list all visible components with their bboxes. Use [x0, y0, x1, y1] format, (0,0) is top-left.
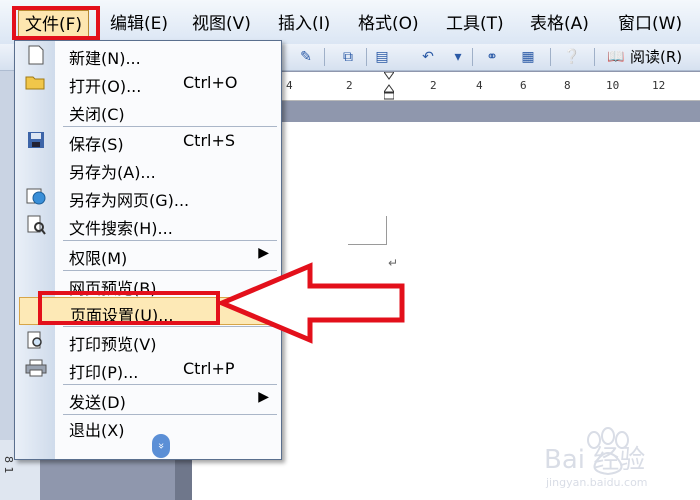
menu-item-label: 打开(O)... [69, 77, 142, 96]
menu-item-print[interactable]: 打印(P)... Ctrl+P [15, 355, 281, 383]
ruler-tick: 4 [476, 79, 483, 92]
dropdown-arrow-icon[interactable]: ▾ [448, 47, 468, 67]
menu-item-label: 保存(S) [69, 135, 124, 154]
submenu-arrow-icon: ▶ [258, 245, 269, 261]
ruler-tick: 2 [346, 79, 353, 92]
open-folder-icon [25, 73, 47, 93]
menu-item-label: 发送(D) [69, 393, 126, 412]
ruler-tick: 4 [286, 79, 293, 92]
baidu-jingyan-watermark: Bai 经验 jingyan.baidu.com [544, 427, 648, 489]
printer-icon [25, 359, 47, 379]
annotation-arrow-icon [218, 262, 405, 344]
menu-item-label: 新建(N)... [69, 49, 141, 68]
menu-window[interactable]: 窗口(W) [612, 10, 688, 38]
book-icon[interactable]: 📖 [606, 47, 626, 67]
toolbar-separator [594, 48, 595, 66]
menu-item-save-as[interactable]: 另存为(A)... [15, 155, 281, 183]
file-menu-annotation-box [12, 6, 100, 40]
ruler-tick: 12 [652, 79, 666, 92]
menu-item-new[interactable]: 新建(N)... [15, 41, 281, 69]
menu-edit[interactable]: 编辑(E) [104, 10, 174, 38]
table-icon[interactable]: ▦ [518, 47, 538, 67]
toolbar-separator [366, 48, 367, 66]
menu-item-file-search[interactable]: 文件搜索(H)... [15, 211, 281, 239]
menu-item-label: 权限(M) [69, 249, 128, 268]
horizontal-ruler: 4 2 2 4 6 8 10 12 [280, 72, 700, 101]
menu-insert[interactable]: 插入(I) [272, 10, 336, 38]
menu-item-label: 另存为(A)... [69, 163, 156, 182]
toolbar-separator [550, 48, 551, 66]
menu-item-label: 另存为网页(G)... [69, 191, 190, 210]
menu-item-shortcut: Ctrl+P [183, 359, 235, 378]
hyperlink-icon[interactable]: ⚭ [482, 47, 502, 67]
watermark-brand: Bai 经验 [544, 445, 645, 475]
vertical-ruler [0, 70, 14, 500]
watermark-url: jingyan.baidu.com [545, 476, 648, 489]
ruler-tick: 6 [520, 79, 527, 92]
menu-item-label: 打印预览(V) [69, 335, 157, 354]
undo-icon[interactable]: ↶ [418, 47, 438, 67]
menu-table[interactable]: 表格(A) [524, 10, 595, 38]
ruler-tick: 10 [606, 79, 620, 92]
menu-view[interactable]: 视图(V) [186, 10, 257, 38]
toolbar-separator [472, 48, 473, 66]
document-background [280, 100, 700, 122]
menu-format[interactable]: 格式(O) [352, 10, 425, 38]
toolbar-separator [324, 48, 325, 66]
indent-marker-icon[interactable] [384, 72, 394, 100]
menu-item-shortcut: Ctrl+O [183, 73, 238, 92]
file-search-icon [25, 215, 47, 235]
menu-item-save[interactable]: 保存(S) Ctrl+S [15, 127, 281, 155]
submenu-arrow-icon: ▶ [258, 389, 269, 405]
read-mode-label[interactable]: 阅读(R) [630, 47, 682, 67]
menu-item-exit[interactable]: 退出(X) [15, 413, 281, 441]
menu-item-open[interactable]: 打开(O)... Ctrl+O [15, 69, 281, 97]
expand-menu-chevron-icon[interactable]: » [152, 434, 170, 458]
menu-item-save-as-web[interactable]: 另存为网页(G)... [15, 183, 281, 211]
file-menu-dropdown: 新建(N)... 打开(O)... Ctrl+O 关闭(C) 保存(S) Ctr… [14, 40, 282, 460]
menu-item-label: 打印(P)... [69, 363, 139, 382]
page-setup-annotation-box [38, 291, 220, 325]
menu-bar: 文件(F) 编辑(E) 视图(V) 插入(I) 格式(O) 工具(T) 表格(A… [0, 0, 700, 45]
menu-item-label: 文件搜索(H)... [69, 219, 173, 238]
paste-icon[interactable]: ▤ [372, 47, 392, 67]
menu-item-label: 退出(X) [69, 421, 125, 440]
menu-item-send[interactable]: 发送(D) ▶ [15, 385, 281, 413]
help-icon[interactable]: ❔ [562, 47, 582, 67]
menu-item-label: 关闭(C) [69, 105, 125, 124]
save-disk-icon [25, 131, 47, 151]
web-page-icon [25, 187, 47, 207]
research-icon[interactable]: ✎ [296, 47, 316, 67]
menu-item-close[interactable]: 关闭(C) [15, 97, 281, 125]
menu-tools[interactable]: 工具(T) [440, 10, 510, 38]
ruler-tick: 8 [564, 79, 571, 92]
new-document-icon [25, 45, 47, 65]
menu-item-shortcut: Ctrl+S [183, 131, 236, 150]
ruler-tick: 2 [430, 79, 437, 92]
copy-icon[interactable]: ⧉ [338, 47, 358, 67]
margin-corner-mark [348, 216, 387, 245]
print-preview-icon [25, 331, 47, 351]
